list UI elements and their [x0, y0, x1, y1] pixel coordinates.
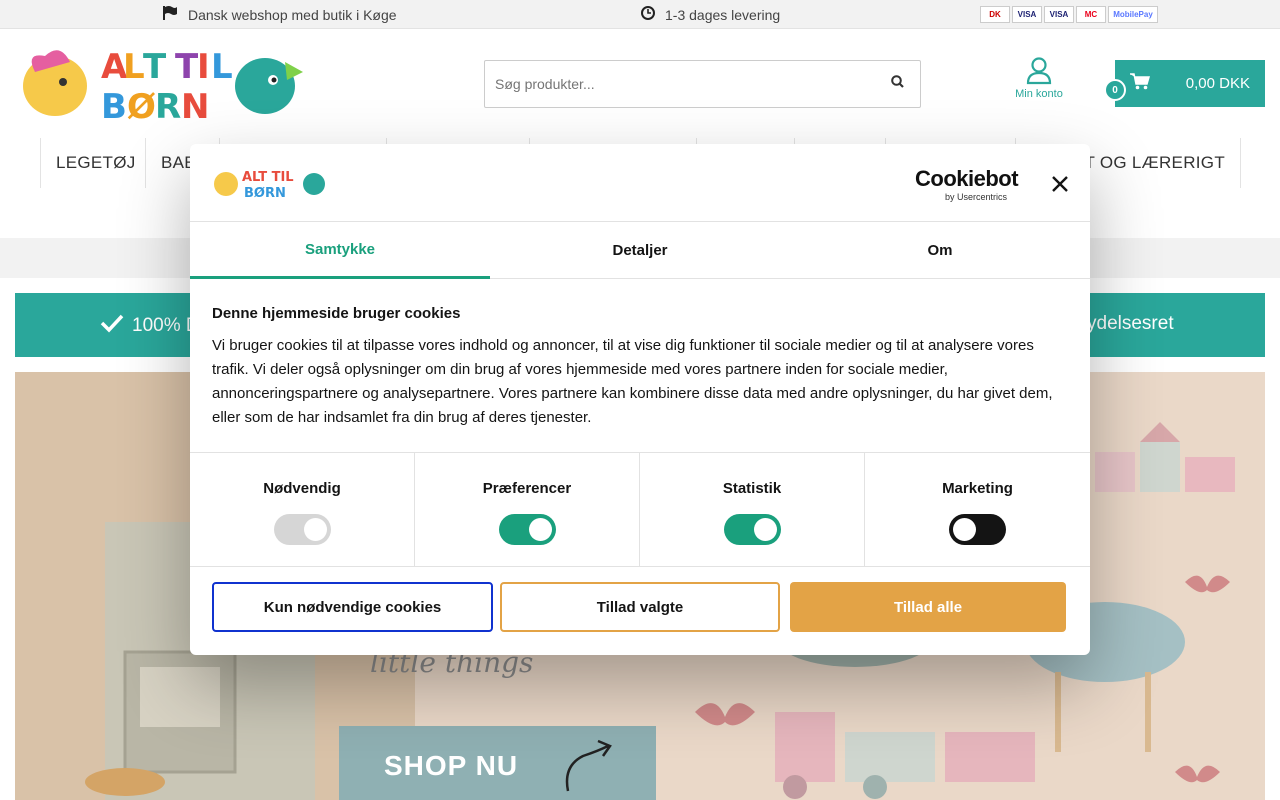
close-button[interactable]	[1048, 172, 1072, 196]
tab-om[interactable]: Om	[790, 222, 1090, 279]
tab-samtykke[interactable]: Samtykke	[190, 222, 490, 279]
allow-all-button[interactable]: Tillad alle	[790, 582, 1066, 632]
necessary-toggle	[273, 514, 331, 545]
cookie-categories: Nødvendig Præferencer Statistik Marketin…	[190, 452, 1090, 567]
category-necessary-label: Nødvendig	[263, 480, 341, 497]
tab-detaljer[interactable]: Detaljer	[490, 222, 790, 279]
category-marketing-label: Marketing	[942, 480, 1013, 497]
dialog-site-logo: ALT TIL BØRN	[212, 166, 328, 201]
svg-text:BØRN: BØRN	[244, 186, 286, 200]
cookie-title: Denne hjemmeside bruger cookies	[212, 305, 461, 322]
close-icon	[1052, 176, 1068, 192]
cookie-buttons: Kun nødvendige cookies Tillad valgte Til…	[212, 582, 1068, 632]
cookiebot-subtitle: by Usercentrics	[945, 192, 1008, 202]
category-preferences: Præferencer	[415, 453, 640, 566]
preferences-toggle[interactable]	[498, 514, 556, 545]
category-statistics-label: Statistik	[722, 480, 782, 497]
category-necessary: Nødvendig	[190, 453, 415, 566]
statistics-toggle[interactable]	[723, 514, 781, 545]
cookie-dialog-header: ALT TIL BØRN Cookiebot by Usercentrics	[190, 144, 1090, 222]
category-preferences-label: Præferencer	[482, 480, 572, 497]
marketing-toggle[interactable]	[949, 514, 1006, 545]
cookie-consent-dialog: ALT TIL BØRN Cookiebot by Usercentrics S…	[190, 144, 1090, 655]
category-statistics: Statistik	[640, 453, 865, 566]
cookie-tabs: Samtykke Detaljer Om	[190, 222, 1090, 279]
svg-text:ALT TIL: ALT TIL	[242, 170, 294, 185]
allow-selected-button[interactable]: Tillad valgte	[500, 582, 780, 632]
cookiebot-title: Cookiebot	[915, 166, 1019, 191]
necessary-only-button[interactable]: Kun nødvendige cookies	[212, 582, 493, 632]
cookiebot-logo: Cookiebot by Usercentrics	[915, 166, 1020, 202]
cookie-description: Vi bruger cookies til at tilpasse vores …	[212, 337, 1053, 426]
category-marketing: Marketing	[865, 453, 1090, 566]
